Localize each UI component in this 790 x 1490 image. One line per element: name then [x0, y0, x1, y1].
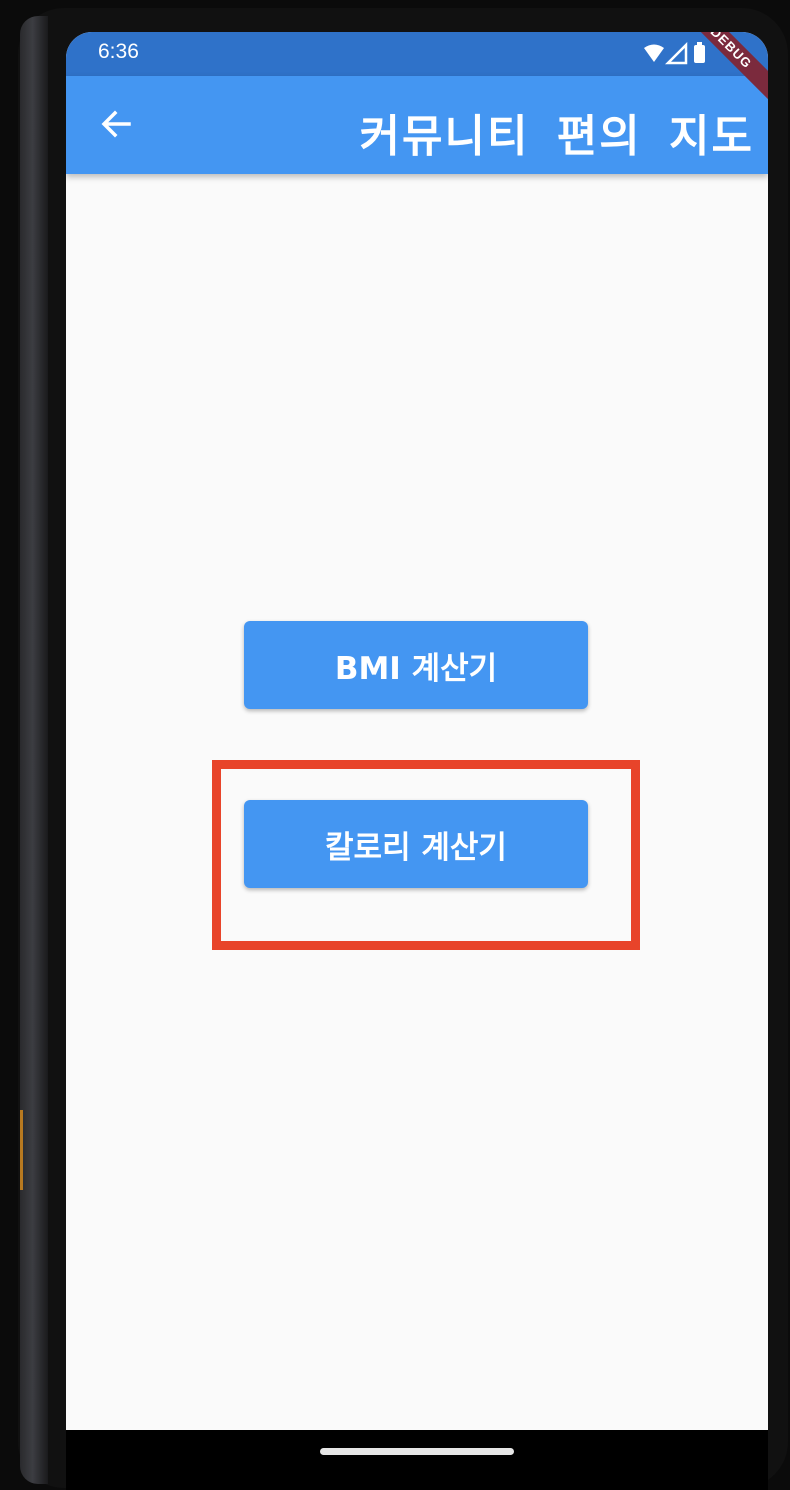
app-bar: 커뮤니티 편의 지도 — [66, 76, 768, 174]
back-button[interactable] — [94, 102, 138, 146]
bmi-calculator-button[interactable]: BMI 계산기 — [244, 621, 588, 709]
phone-side-button — [20, 1110, 23, 1190]
system-nav-bar — [66, 1430, 768, 1490]
bmi-calculator-label: BMI 계산기 — [334, 650, 498, 687]
calorie-calculator-label: 칼로리 계산기 — [325, 829, 507, 866]
status-bar: 6:36 — [66, 32, 768, 76]
page: 6:36 커뮤니티 편의 지도 DEBUG BMI 계산기 칼로리 계산기 — [0, 0, 790, 1490]
status-icons — [640, 41, 720, 66]
phone-bezel — [20, 16, 48, 1484]
arrow-left-icon — [101, 110, 131, 138]
wifi-icon — [644, 44, 664, 62]
page-title: 커뮤니티 편의 지도 — [359, 111, 754, 162]
calorie-calculator-button[interactable]: 칼로리 계산기 — [244, 800, 588, 888]
signal-icon — [664, 41, 688, 65]
phone-screen: 6:36 커뮤니티 편의 지도 DEBUG BMI 계산기 칼로리 계산기 — [66, 32, 768, 1430]
status-time: 6:36 — [98, 40, 139, 63]
home-indicator[interactable] — [320, 1448, 514, 1455]
battery-icon — [694, 45, 705, 63]
